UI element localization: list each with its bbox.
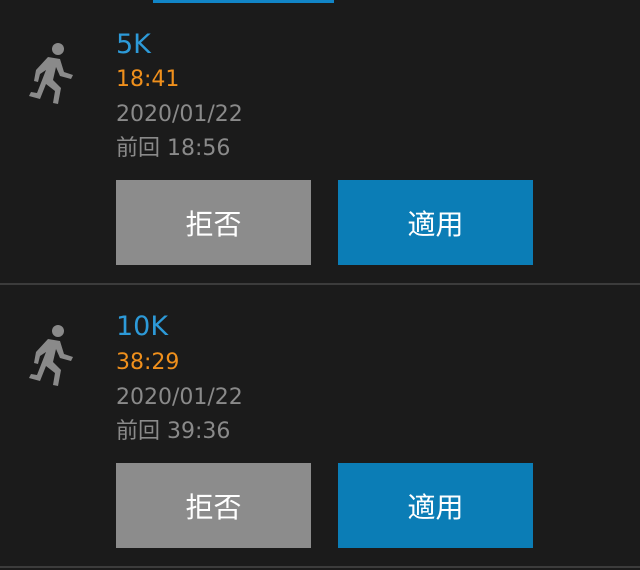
previous-time: 39:36 [167, 419, 231, 444]
previous-record: 前回 18:56 [116, 138, 230, 160]
record-card: 10K 38:29 2020/01/22 前回 39:36 拒否 適用 [0, 283, 640, 565]
previous-time: 18:56 [167, 136, 231, 161]
reject-button-label: 拒否 [185, 207, 242, 241]
previous-label: 前回 [116, 419, 161, 444]
reject-button-label: 拒否 [185, 490, 242, 524]
apply-button-label: 適用 [407, 207, 464, 241]
apply-button[interactable]: 適用 [338, 180, 533, 265]
distance-label: 10K [116, 311, 169, 342]
reject-button[interactable]: 拒否 [116, 463, 311, 548]
previous-record: 前回 39:36 [116, 421, 230, 443]
record-date: 2020/01/22 [116, 102, 243, 127]
reject-button[interactable]: 拒否 [116, 180, 311, 265]
running-person-icon [29, 325, 73, 386]
distance-label: 5K [116, 29, 151, 60]
divider [0, 566, 640, 568]
record-time: 18:41 [116, 67, 180, 92]
previous-label: 前回 [116, 136, 161, 161]
running-person-icon [29, 43, 73, 104]
record-date: 2020/01/22 [116, 385, 243, 410]
record-time: 38:29 [116, 350, 180, 375]
apply-button[interactable]: 適用 [338, 463, 533, 548]
record-card: 5K 18:41 2020/01/22 前回 18:56 拒否 適用 [0, 0, 640, 282]
apply-button-label: 適用 [407, 490, 464, 524]
